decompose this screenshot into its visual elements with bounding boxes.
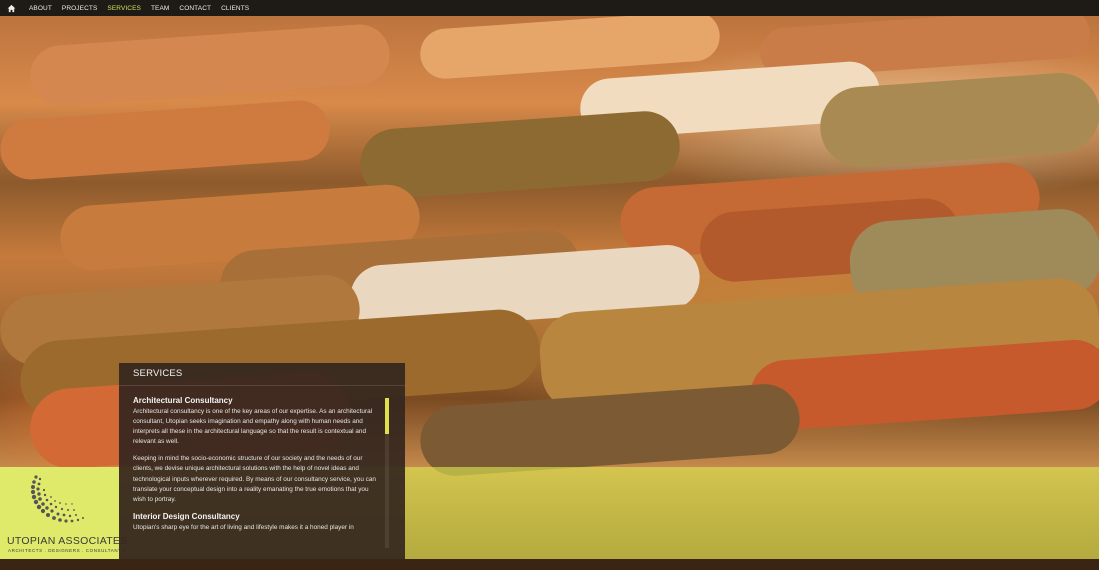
services-content[interactable]: Architectural Consultancy Architectural …	[133, 396, 383, 556]
section-paragraph: Architectural consultancy is one of the …	[133, 408, 373, 446]
home-icon[interactable]	[6, 3, 16, 13]
nav-item-clients[interactable]: CLIENTS	[221, 5, 249, 12]
section-paragraph: Keeping in mind the socio-economic struc…	[133, 455, 376, 503]
logo-tagline: ARCHITECTS . DESIGNERS . CONSULTANTS	[8, 548, 126, 553]
nav-item-contact[interactable]: CONTACT	[179, 5, 211, 12]
services-panel: SERVICES Architectural Consultancy Archi…	[119, 363, 405, 559]
nav-item-about[interactable]: ABOUT	[29, 5, 52, 12]
nav-item-team[interactable]: TEAM	[151, 5, 169, 12]
section-paragraph: Utopian's sharp eye for the art of livin…	[133, 523, 354, 531]
scrollbar-thumb[interactable]	[385, 398, 389, 434]
nav-item-projects[interactable]: PROJECTS	[62, 5, 97, 12]
bottom-strip	[0, 559, 1099, 570]
logo-mark-icon	[30, 475, 84, 523]
section-heading: Architectural Consultancy	[133, 396, 233, 405]
top-navigation: ABOUT PROJECTS SERVICES TEAM CONTACT CLI…	[0, 0, 1099, 16]
logo-name: UTOPIAN ASSOCIATES	[7, 535, 128, 547]
panel-title: SERVICES	[133, 368, 183, 379]
panel-divider	[119, 385, 405, 386]
nav-item-services[interactable]: SERVICES	[107, 5, 141, 12]
section-heading: Interior Design Consultancy	[133, 511, 240, 521]
